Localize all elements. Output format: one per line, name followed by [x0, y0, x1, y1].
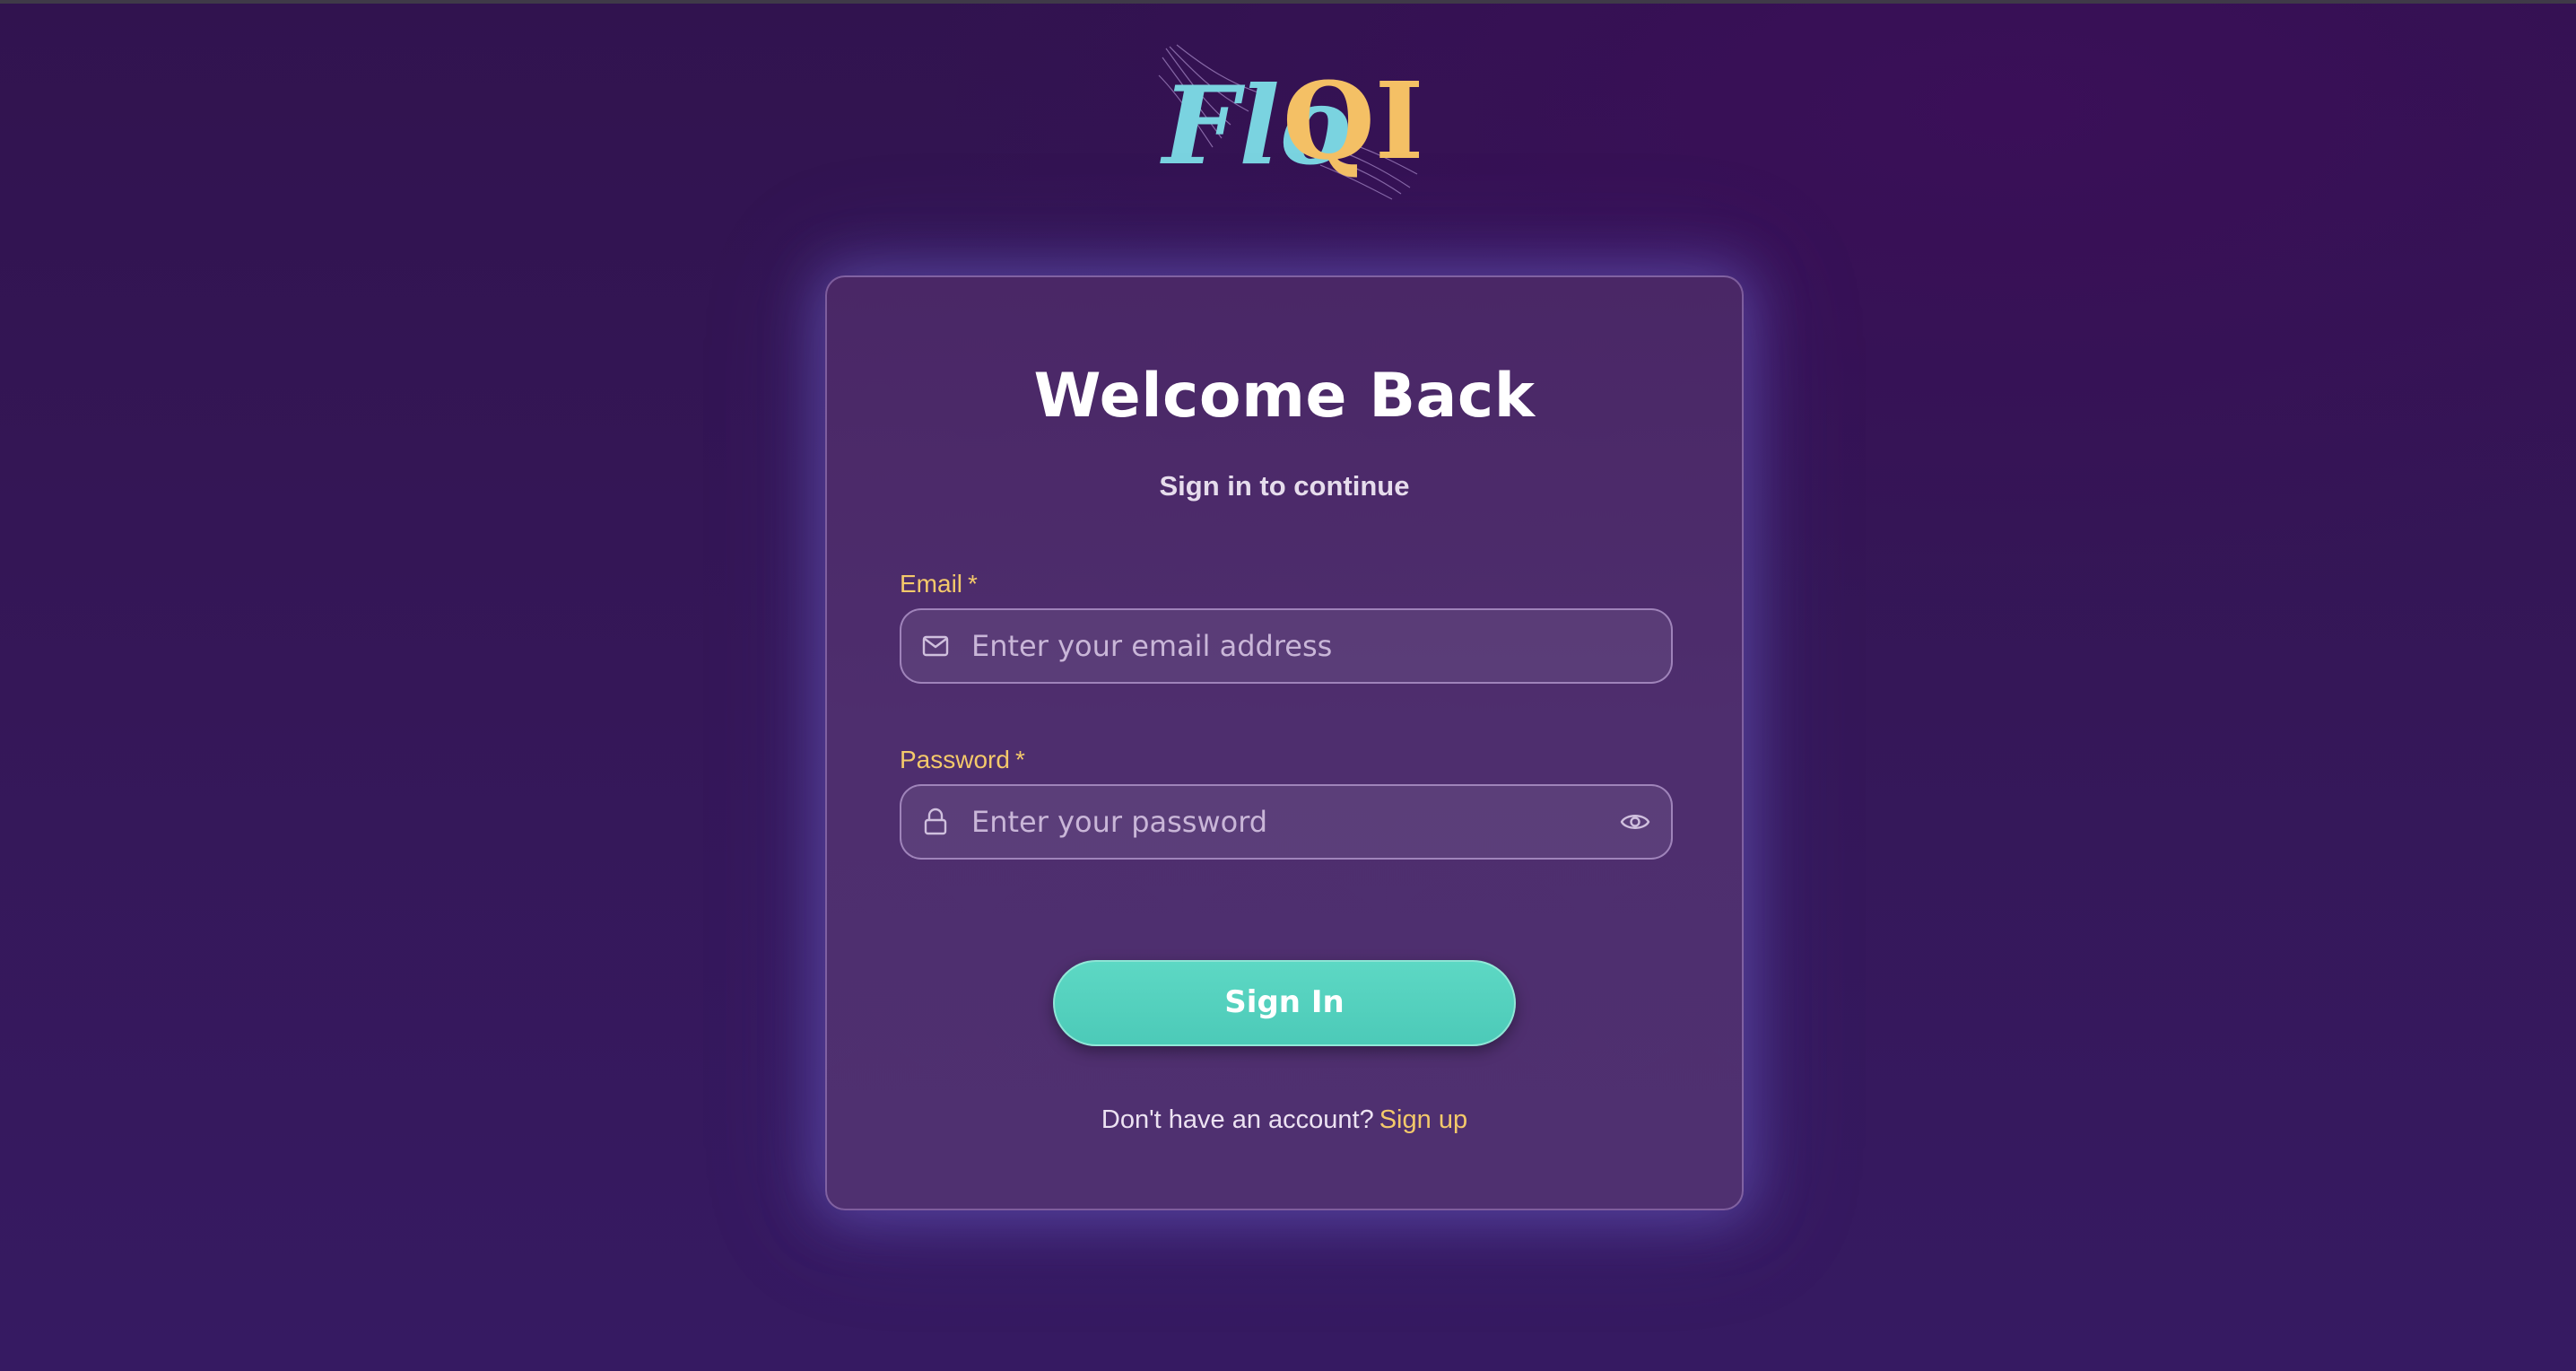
signin-card: Welcome Back Sign in to continue Email * … [825, 275, 1744, 1210]
signup-prompt-text: Don't have an account? [1101, 1105, 1374, 1134]
email-required-mark: * [968, 570, 978, 598]
password-label: Password * [900, 744, 1025, 776]
password-field[interactable] [900, 784, 1673, 860]
password-required-mark: * [1014, 746, 1025, 773]
page-title: Welcome Back [1033, 361, 1536, 432]
email-input[interactable] [971, 610, 1581, 682]
signup-prompt: Don't have an account? Sign up [827, 1103, 1742, 1137]
lock-icon [919, 806, 952, 838]
sign-up-link[interactable]: Sign up [1379, 1105, 1467, 1134]
window-top-strip [0, 0, 2576, 4]
floqi-logo: Flo QI [1150, 39, 1419, 201]
floqi-logo-graphic: Flo QI [1158, 44, 1419, 200]
mail-icon [919, 630, 952, 662]
email-label: Email * [900, 568, 978, 600]
email-field[interactable] [900, 608, 1673, 684]
page-subtitle: Sign in to continue [1159, 470, 1410, 502]
logo-text-qi: QI [1283, 58, 1419, 183]
eye-icon[interactable] [1619, 806, 1651, 838]
password-label-text: Password [900, 746, 1010, 773]
email-label-text: Email [900, 570, 963, 598]
password-input[interactable] [971, 786, 1581, 858]
sign-in-button[interactable]: Sign In [1053, 960, 1516, 1046]
